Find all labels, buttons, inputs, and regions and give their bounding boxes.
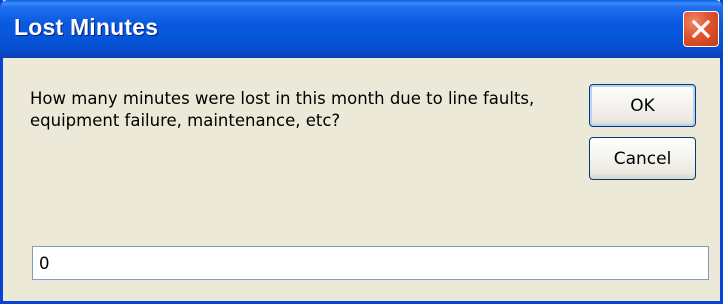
window-title: Lost Minutes — [14, 14, 159, 40]
title-bar[interactable]: Lost Minutes — [0, 0, 723, 58]
minutes-input[interactable] — [32, 246, 709, 280]
ok-button[interactable]: OK — [589, 84, 696, 127]
input-dialog-window: Lost Minutes How many minutes were lost … — [0, 0, 723, 304]
close-button[interactable] — [683, 11, 719, 47]
cancel-button[interactable]: Cancel — [589, 137, 696, 180]
dialog-prompt: How many minutes were lost in this month… — [30, 89, 535, 130]
close-icon — [691, 19, 711, 39]
